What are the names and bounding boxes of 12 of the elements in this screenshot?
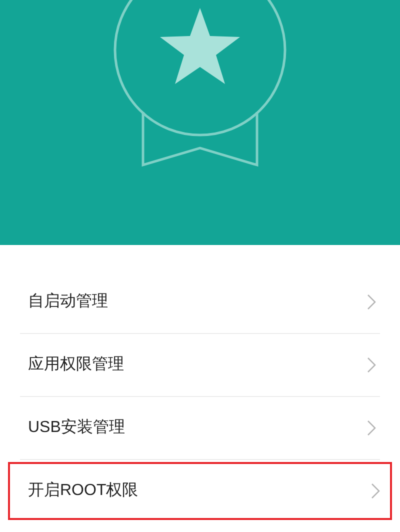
row-label: 应用权限管理 bbox=[28, 354, 124, 375]
settings-row[interactable]: 应用权限管理 bbox=[20, 334, 380, 396]
chevron-icon bbox=[367, 357, 376, 373]
chevron-icon bbox=[367, 420, 376, 436]
chevron-icon bbox=[371, 483, 380, 499]
row-label: 开启ROOT权限 bbox=[28, 480, 138, 501]
row-label: 自启动管理 bbox=[28, 292, 108, 312]
settings-row[interactable]: 自启动管理 bbox=[20, 271, 380, 333]
settings-row[interactable]: USB安装管理 bbox=[20, 397, 380, 459]
chevron-icon bbox=[367, 294, 376, 310]
row-label: USB安装管理 bbox=[28, 418, 125, 438]
settings-row[interactable]: 开启ROOT权限 bbox=[8, 462, 392, 520]
